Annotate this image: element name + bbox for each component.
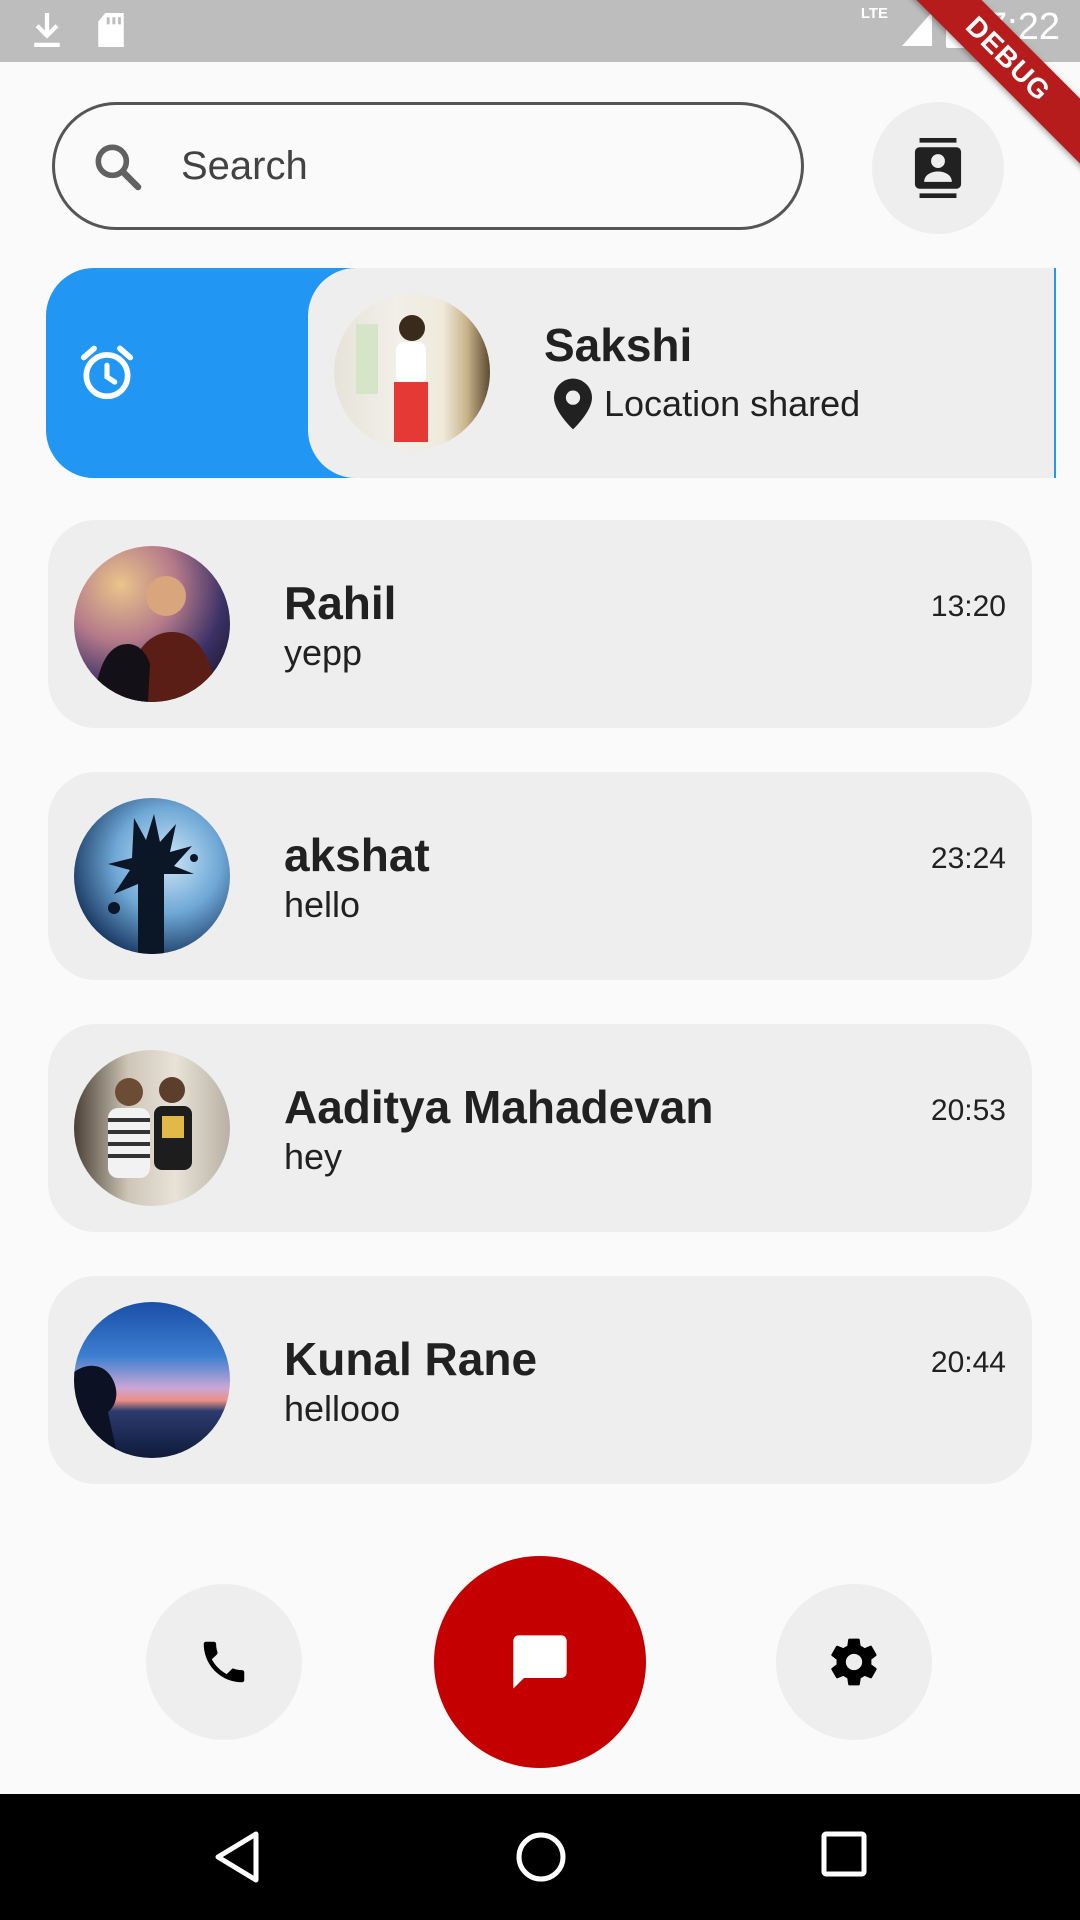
chat-item-sakshi[interactable]: Sakshi Location shared: [308, 268, 1054, 478]
contacts-button[interactable]: [872, 102, 1004, 234]
contacts-icon: [914, 138, 962, 198]
settings-icon: [831, 1638, 877, 1686]
avatar: [74, 546, 230, 702]
chat-item-akshat[interactable]: akshat hello 23:24: [48, 772, 1032, 980]
status-bar-left: [30, 10, 128, 50]
avatar: [74, 1302, 230, 1458]
sd-card-icon: [98, 13, 124, 47]
back-icon[interactable]: [212, 1830, 262, 1884]
settings-button[interactable]: [776, 1584, 932, 1740]
search-bar[interactable]: [52, 102, 804, 230]
chat-subtitle: Location shared: [554, 378, 860, 430]
chat-name: Aaditya Mahadevan: [284, 1081, 714, 1133]
system-navigation-bar: [0, 1794, 1080, 1920]
chats-button[interactable]: [434, 1556, 646, 1768]
download-icon: [34, 13, 60, 47]
chat-time: 13:20: [930, 590, 1006, 623]
chat-message: hellooo: [284, 1388, 401, 1429]
chat-name: Sakshi: [544, 319, 693, 371]
chat-name: Rahil: [284, 577, 397, 629]
network-label: LTE: [860, 5, 889, 22]
chat-name: akshat: [284, 829, 430, 881]
chat-item-rahil[interactable]: Rahil yepp 13:20: [48, 520, 1032, 728]
signal-icon: [902, 11, 933, 46]
status-bar: LTE 7:22 DEBUG: [0, 0, 1080, 175]
calls-button[interactable]: [146, 1584, 302, 1740]
chat-subtitle-text: Location shared: [604, 383, 861, 424]
chat-message: hey: [284, 1136, 343, 1177]
search-input[interactable]: [179, 142, 723, 190]
alarm-icon[interactable]: [76, 342, 138, 404]
chat-message: hello: [284, 884, 361, 925]
phone-icon: [203, 1641, 245, 1683]
chat-icon: [513, 1635, 567, 1689]
location-pin-icon: [554, 378, 592, 430]
recents-icon[interactable]: [820, 1830, 868, 1878]
chat-time: 20:44: [930, 1346, 1006, 1379]
chat-item-kunal-rane[interactable]: Kunal Rane hellooo 20:44: [48, 1276, 1032, 1484]
chat-name: Kunal Rane: [284, 1333, 538, 1385]
search-icon: [95, 144, 142, 191]
avatar: [74, 798, 230, 954]
chat-message: yepp: [284, 632, 363, 673]
avatar: [74, 1050, 230, 1206]
avatar: [334, 294, 490, 450]
chat-item-aaditya-mahadevan[interactable]: Aaditya Mahadevan hey 20:53: [48, 1024, 1032, 1232]
chat-time: 20:53: [930, 1094, 1006, 1127]
chat-time: 23:24: [930, 842, 1006, 875]
home-icon[interactable]: [514, 1830, 568, 1884]
